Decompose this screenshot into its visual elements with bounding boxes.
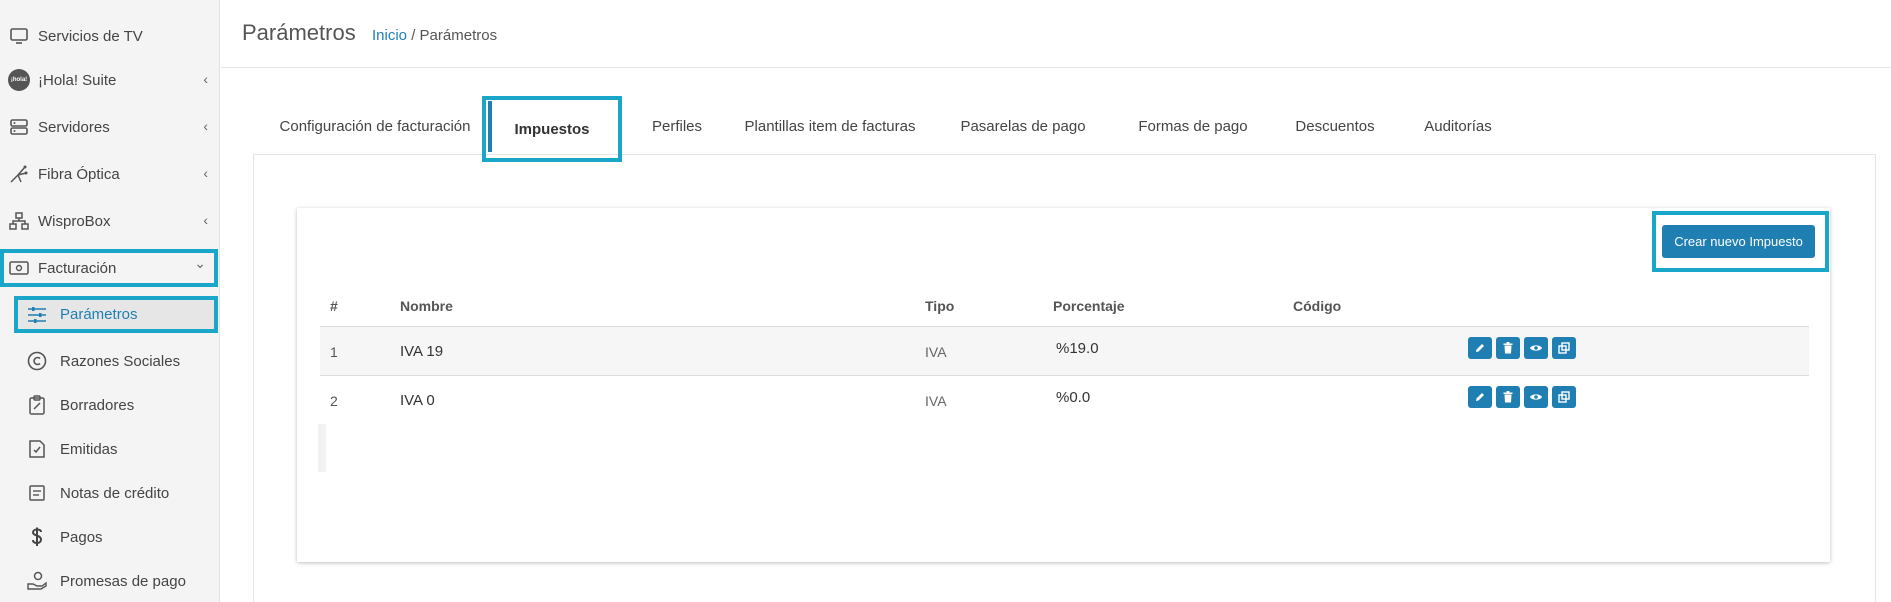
tv-icon: [8, 25, 30, 47]
tab-impuestos[interactable]: Impuestos: [482, 96, 622, 162]
table-scroll-stub: [318, 424, 326, 472]
tab-auditorias[interactable]: Auditorías: [1410, 96, 1506, 156]
tab-plantillas-item[interactable]: Plantillas item de facturas: [730, 96, 930, 156]
sidebar-item-label: Notas de crédito: [60, 484, 170, 502]
hand-coin-icon: [26, 570, 48, 592]
sliders-icon: [26, 304, 48, 326]
column-header-porcentaje: Porcentaje: [1053, 298, 1125, 314]
create-button-highlight: Crear nuevo Impuesto: [1652, 211, 1829, 272]
sidebar-item-servicios-tv[interactable]: Servicios de TV: [0, 14, 220, 58]
tab-configuracion-facturacion[interactable]: Configuración de facturación: [268, 96, 482, 156]
sidebar-item-hola-suite[interactable]: ¡hola! ¡Hola! Suite ‹: [0, 58, 220, 102]
billing-icon: [8, 257, 30, 279]
row-num: 2: [330, 393, 338, 409]
sidebar-item-parametros[interactable]: Parámetros: [14, 296, 218, 333]
tab-perfiles[interactable]: Perfiles: [636, 96, 718, 156]
chevron-down-icon: ⌄: [194, 255, 206, 271]
sidebar-item-label: Servidores: [38, 118, 110, 136]
copy-icon[interactable]: [1552, 386, 1576, 408]
copyright-icon: [26, 350, 48, 372]
tab-descuentos[interactable]: Descuentos: [1286, 96, 1384, 156]
chevron-left-icon: ‹: [203, 71, 208, 87]
column-header-nombre: Nombre: [400, 298, 453, 314]
sidebar-item-facturacion[interactable]: Facturación ⌄: [0, 249, 218, 287]
breadcrumb: Inicio / Parámetros: [372, 27, 497, 44]
tab-bar: Configuración de facturación Impuestos P…: [253, 96, 1876, 162]
column-header-num: #: [330, 298, 338, 314]
table-row: 1 IVA 19 IVA %19.0: [320, 326, 1809, 375]
breadcrumb-separator: /: [407, 27, 420, 44]
sidebar-item-label: Emitidas: [60, 440, 118, 458]
sidebar-item-promesas-pago[interactable]: Promesas de pago: [14, 562, 214, 600]
row-num: 1: [330, 344, 338, 360]
eye-icon[interactable]: [1524, 386, 1548, 408]
sidebar-item-label: Facturación: [38, 259, 117, 277]
network-icon: [8, 210, 30, 232]
tab-formas-pago[interactable]: Formas de pago: [1123, 96, 1263, 156]
sidebar-item-emitidas[interactable]: Emitidas: [14, 430, 214, 468]
sidebar-item-label: Borradores: [60, 396, 135, 414]
sidebar-item-label: ¡Hola! Suite: [38, 71, 117, 89]
invoice-icon: [26, 438, 48, 460]
chevron-left-icon: ‹: [203, 118, 208, 134]
create-impuesto-button[interactable]: Crear nuevo Impuesto: [1662, 225, 1815, 258]
server-icon: [8, 116, 30, 138]
sidebar-item-label: Razones Sociales: [60, 352, 181, 370]
breadcrumb-current: Parámetros: [419, 27, 498, 44]
sidebar-item-label: Pagos: [60, 528, 103, 546]
sidebar-item-borradores[interactable]: Borradores: [14, 386, 214, 424]
sidebar-item-label: Servicios de TV: [38, 27, 143, 45]
page-header: Parámetros Inicio / Parámetros: [221, 0, 1891, 68]
row-tipo: IVA: [925, 393, 947, 409]
dollar-icon: [26, 526, 48, 548]
sidebar-item-wisprobox[interactable]: WisproBox ‹: [0, 199, 220, 243]
edit-icon[interactable]: [1468, 386, 1492, 408]
trash-icon[interactable]: [1496, 386, 1520, 408]
sidebar: Servicios de TV ¡hola! ¡Hola! Suite ‹ Se…: [0, 0, 220, 602]
row-porcentaje: %0.0: [1056, 389, 1091, 406]
breadcrumb-home-link[interactable]: Inicio: [372, 27, 407, 44]
edit-icon[interactable]: [1468, 337, 1492, 359]
column-header-codigo: Código: [1293, 298, 1342, 314]
page-title: Parámetros: [242, 20, 356, 45]
copy-icon[interactable]: [1552, 337, 1576, 359]
sidebar-item-label: Promesas de pago: [60, 572, 186, 590]
row-actions: [1468, 337, 1576, 359]
sidebar-item-pagos[interactable]: Pagos: [14, 518, 214, 556]
trash-icon[interactable]: [1496, 337, 1520, 359]
fiber-icon: [8, 163, 30, 185]
chevron-left-icon: ‹: [203, 165, 208, 181]
active-tab-indicator: [488, 101, 492, 152]
row-actions: [1468, 386, 1576, 408]
tab-pasarelas-pago[interactable]: Pasarelas de pago: [948, 96, 1098, 156]
clipboard-icon: [26, 394, 48, 416]
sidebar-item-label: WisproBox: [38, 212, 111, 230]
sidebar-item-fibra-optica[interactable]: Fibra Óptica ‹: [0, 152, 220, 196]
chevron-left-icon: ‹: [203, 212, 208, 228]
row-tipo: IVA: [925, 344, 947, 360]
row-porcentaje: %19.0: [1056, 340, 1099, 357]
row-nombre: IVA 0: [400, 392, 435, 409]
sidebar-item-label: Parámetros: [60, 306, 138, 323]
row-nombre: IVA 19: [400, 343, 444, 360]
sidebar-item-notas-credito[interactable]: Notas de crédito: [14, 474, 214, 512]
eye-icon[interactable]: [1524, 337, 1548, 359]
column-header-tipo: Tipo: [925, 298, 955, 314]
hola-logo-icon: ¡hola!: [8, 69, 30, 91]
note-icon: [26, 482, 48, 504]
sidebar-item-servidores[interactable]: Servidores ‹: [0, 105, 220, 149]
sidebar-item-label: Fibra Óptica: [38, 165, 120, 183]
sidebar-item-razones-sociales[interactable]: Razones Sociales: [14, 342, 214, 380]
table-row: 2 IVA 0 IVA %0.0: [320, 375, 1809, 424]
